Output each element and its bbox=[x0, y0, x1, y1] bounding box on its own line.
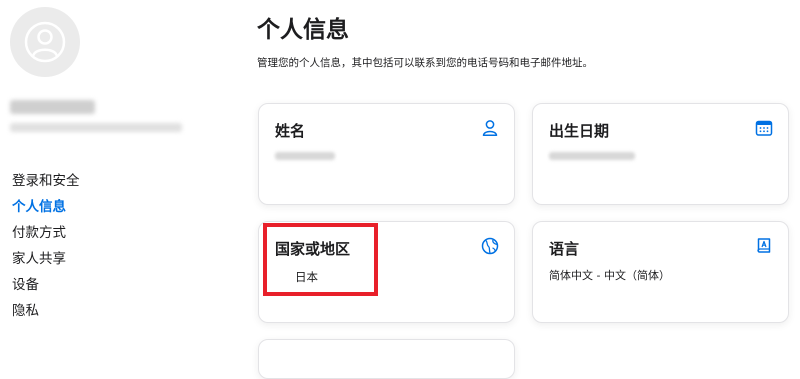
calendar-icon bbox=[755, 120, 773, 136]
language-card[interactable]: 语言 简体中文 - 中文（简体） bbox=[532, 221, 789, 323]
avatar-person-icon bbox=[24, 21, 66, 63]
language-card-value: 简体中文 - 中文（简体） bbox=[549, 269, 670, 282]
page-title: 个人信息 bbox=[257, 17, 349, 43]
sidebar-item-payment-methods[interactable]: 付款方式 bbox=[12, 220, 80, 246]
birthday-card[interactable]: 出生日期 bbox=[532, 103, 789, 205]
page-subtitle: 管理您的个人信息，其中包括可以联系到您的电话号码和电子邮件地址。 bbox=[257, 57, 593, 69]
country-card-title: 国家或地区 bbox=[275, 240, 351, 258]
name-card[interactable]: 姓名 bbox=[258, 103, 515, 205]
language-card-title: 语言 bbox=[549, 240, 580, 258]
sidebar-item-family-sharing[interactable]: 家人共享 bbox=[12, 246, 80, 272]
language-book-icon bbox=[757, 238, 771, 253]
sidebar-item-privacy[interactable]: 隐私 bbox=[12, 298, 80, 324]
country-card-value: 日本 bbox=[295, 270, 318, 284]
user-name-redacted bbox=[10, 100, 95, 114]
globe-icon bbox=[481, 237, 499, 255]
name-card-value-redacted bbox=[275, 152, 335, 160]
sidebar-nav: 登录和安全 个人信息 付款方式 家人共享 设备 隐私 bbox=[12, 168, 80, 324]
birthday-card-value-redacted bbox=[549, 152, 635, 160]
avatar bbox=[10, 7, 80, 77]
person-icon bbox=[482, 120, 498, 136]
sidebar-item-sign-in-security[interactable]: 登录和安全 bbox=[12, 168, 80, 194]
sidebar-item-personal-info[interactable]: 个人信息 bbox=[12, 194, 80, 220]
birthday-card-title: 出生日期 bbox=[549, 122, 610, 140]
name-card-title: 姓名 bbox=[275, 122, 306, 140]
country-region-card[interactable]: 国家或地区 日本 bbox=[258, 221, 515, 323]
partial-card[interactable] bbox=[258, 339, 515, 379]
user-email-redacted bbox=[10, 123, 182, 132]
sidebar-item-devices[interactable]: 设备 bbox=[12, 272, 80, 298]
